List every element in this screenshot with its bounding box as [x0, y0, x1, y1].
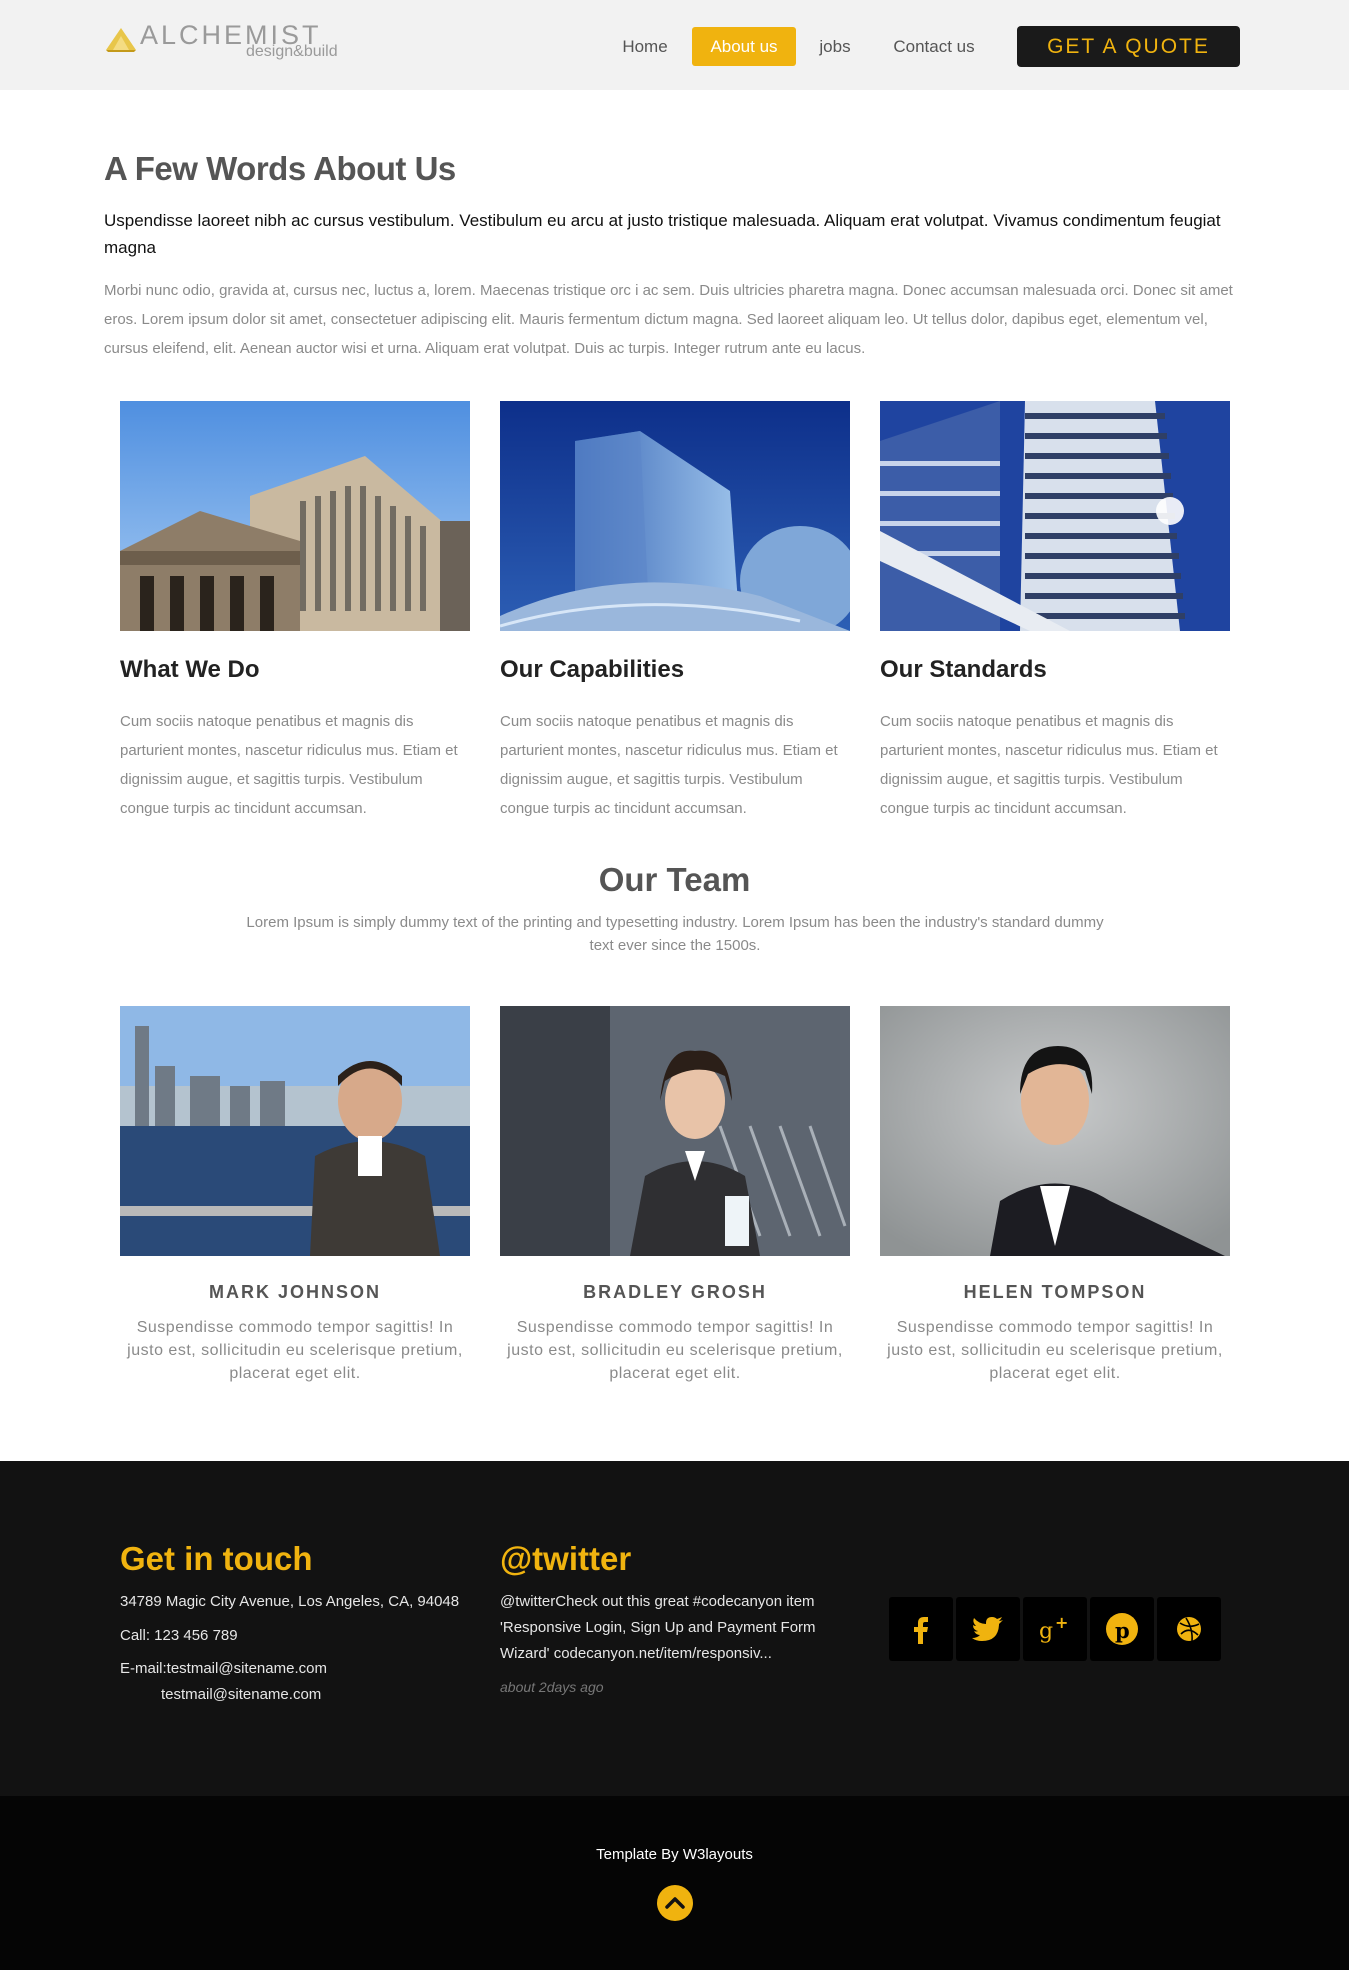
- site-header: ALCHEMIST design&build Home About us job…: [0, 0, 1349, 90]
- footer-credit[interactable]: Template By W3layouts: [0, 1846, 1349, 1863]
- get-a-quote-button[interactable]: GET A QUOTE: [1017, 26, 1240, 67]
- contact-address: 34789 Magic City Avenue, Los Angeles, CA…: [120, 1593, 460, 1610]
- nav-about-us[interactable]: About us: [692, 27, 796, 66]
- contact-phone: Call: 123 456 789: [120, 1627, 238, 1644]
- member-bio: Suspendisse commodo tempor sagittis! In …: [887, 1319, 1223, 1382]
- feature-text: Cum sociis natoque penatibus et magnis d…: [880, 713, 1218, 817]
- team-subtitle: Lorem Ipsum is simply dummy text of the …: [246, 914, 1104, 954]
- team-title: Our Team: [598, 861, 751, 898]
- nav-home[interactable]: Home: [612, 27, 678, 66]
- feature-title: What We Do: [120, 656, 260, 683]
- google-plus-icon[interactable]: g +: [1023, 1597, 1087, 1661]
- twitter-icon[interactable]: [956, 1597, 1020, 1661]
- member-photo: [500, 1006, 850, 1256]
- contact-email-secondary[interactable]: testmail@sitename.com: [161, 1682, 321, 1708]
- member-name: HELEN TOMPSON: [963, 1282, 1147, 1302]
- tweet-text[interactable]: @twitterCheck out this great #codecanyon…: [500, 1589, 840, 1667]
- scroll-to-top-button[interactable]: [657, 1885, 693, 1921]
- contact-email[interactable]: E-mail:testmail@sitename.com: [120, 1656, 327, 1682]
- about-lead: Uspendisse laoreet nibh ac cursus vestib…: [104, 211, 1221, 257]
- dribbble-icon[interactable]: [1157, 1597, 1221, 1661]
- about-title: A Few Words About Us: [104, 150, 456, 187]
- pinterest-icon[interactable]: p: [1090, 1597, 1154, 1661]
- twitter-title: @twitter: [500, 1540, 632, 1577]
- bottom-bar: [0, 1796, 1349, 1970]
- svg-text:+: +: [1055, 1613, 1068, 1632]
- skyscraper-image: [880, 401, 1230, 631]
- member-name: BRADLEY GROSH: [583, 1282, 767, 1302]
- nav-contact-us[interactable]: Contact us: [880, 27, 988, 66]
- chevron-up-icon: [665, 1897, 685, 1909]
- member-bio: Suspendisse commodo tempor sagittis! In …: [507, 1319, 843, 1382]
- tweet-time: about 2days ago: [500, 1679, 604, 1695]
- member-bio: Suspendisse commodo tempor sagittis! In …: [127, 1319, 463, 1382]
- feature-title: Our Standards: [880, 656, 1047, 683]
- historic-building-image: [120, 401, 470, 631]
- svg-text:g: g: [1039, 1619, 1053, 1644]
- glass-tower-image: [500, 401, 850, 631]
- member-photo: [120, 1006, 470, 1256]
- feature-text: Cum sociis natoque penatibus et magnis d…: [500, 713, 838, 817]
- member-photo: [880, 1006, 1230, 1256]
- facebook-icon[interactable]: [889, 1597, 953, 1661]
- member-name: MARK JOHNSON: [208, 1282, 381, 1302]
- contact-title: Get in touch: [120, 1540, 313, 1577]
- feature-text: Cum sociis natoque penatibus et magnis d…: [120, 713, 458, 817]
- svg-text:p: p: [1115, 1618, 1130, 1643]
- nav-jobs[interactable]: jobs: [808, 27, 862, 66]
- about-body: Morbi nunc odio, gravida at, cursus nec,…: [104, 282, 1233, 357]
- feature-title: Our Capabilities: [500, 656, 685, 683]
